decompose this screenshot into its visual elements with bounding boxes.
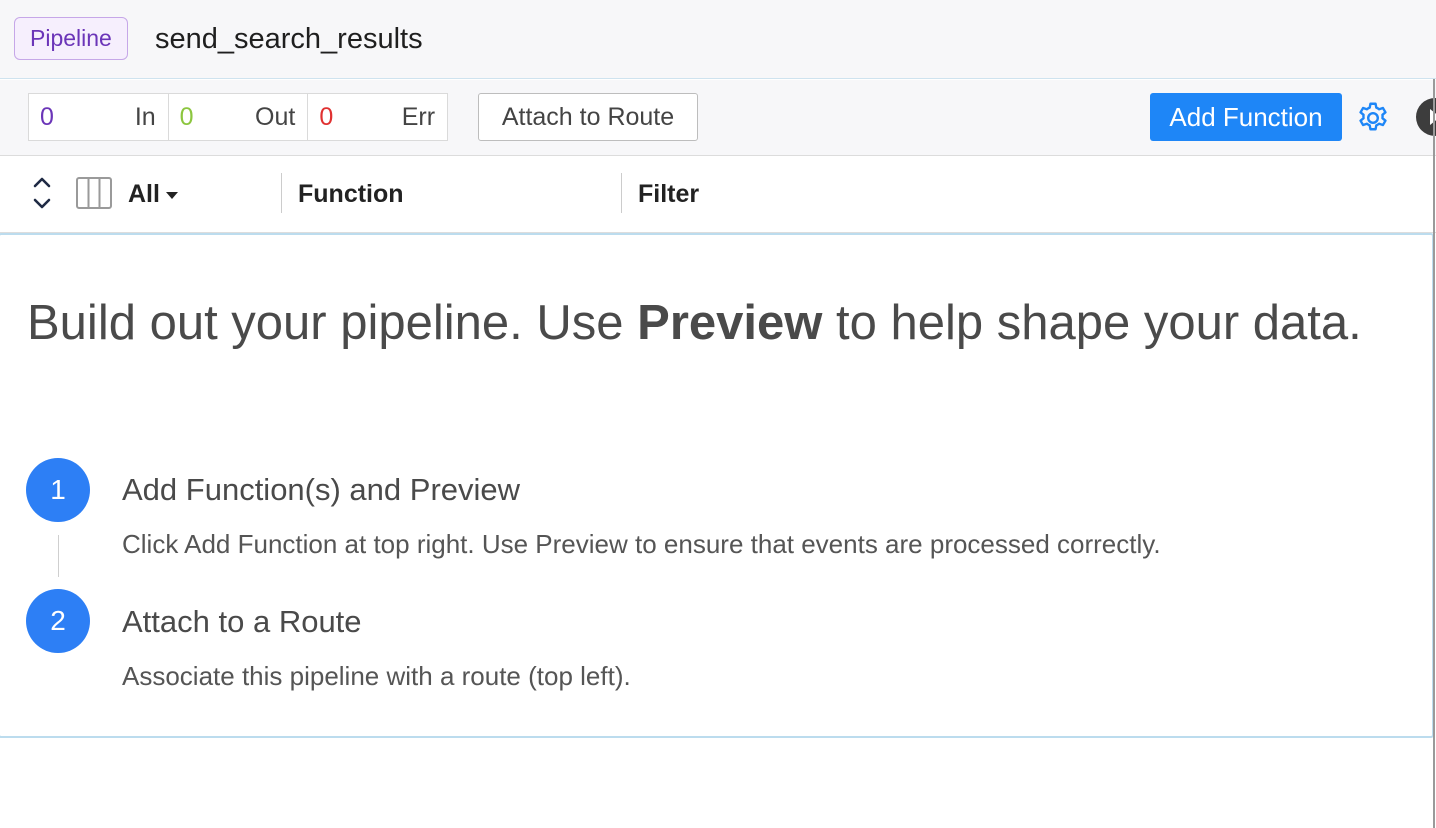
- pipeline-toolbar: 0 In 0 Out 0 Err Attach to Route Add Fun…: [0, 80, 1436, 156]
- pipeline-name: send_search_results: [155, 23, 423, 55]
- panel-resize-edge[interactable]: [1433, 79, 1435, 828]
- pipeline-header: Pipeline send_search_results: [0, 0, 1436, 79]
- column-header-filter: Filter: [638, 180, 700, 208]
- gear-icon[interactable]: [1355, 100, 1391, 136]
- counter-err-label: Err: [401, 103, 436, 131]
- columns-icon[interactable]: [76, 177, 112, 209]
- counter-err-value: 0: [319, 103, 334, 131]
- caret-down-icon: [165, 191, 178, 199]
- all-filter-label: All: [128, 180, 160, 208]
- counter-err: 0 Err: [308, 94, 447, 140]
- step-number-badge: 2: [26, 589, 90, 653]
- event-counters: 0 In 0 Out 0 Err: [28, 93, 448, 141]
- step-description: Associate this pipeline with a route (to…: [122, 661, 631, 691]
- empty-title-prefix: Build out your pipeline. Use: [27, 296, 638, 350]
- add-function-button[interactable]: Add Function: [1150, 93, 1342, 141]
- column-header-function: Function: [298, 180, 404, 208]
- counter-out-label: Out: [255, 103, 296, 131]
- function-table-header: [0, 157, 1436, 233]
- counter-out-value: 0: [179, 103, 194, 131]
- column-divider: [621, 173, 622, 213]
- step-description: Click Add Function at top right. Use Pre…: [122, 529, 1161, 559]
- attach-to-route-button[interactable]: Attach to Route: [478, 93, 698, 141]
- empty-state-title: Build out your pipeline. Use Preview to …: [27, 285, 1367, 361]
- counter-in-value: 0: [40, 103, 54, 131]
- empty-title-suffix: to help shape your data.: [822, 296, 1362, 350]
- counter-in: 0 In: [29, 94, 169, 140]
- empty-title-bold: Preview: [637, 296, 823, 350]
- step-title: Add Function(s) and Preview: [122, 472, 521, 507]
- step-number-badge: 1: [26, 458, 90, 522]
- step-title: Attach to a Route: [122, 604, 362, 639]
- column-divider: [281, 173, 282, 213]
- step-connector: [58, 535, 59, 577]
- all-filter-dropdown[interactable]: All: [128, 178, 178, 210]
- counter-in-label: In: [134, 103, 156, 131]
- counter-out: 0 Out: [169, 94, 309, 140]
- expand-collapse-icon[interactable]: [30, 175, 54, 211]
- type-badge: Pipeline: [14, 17, 128, 60]
